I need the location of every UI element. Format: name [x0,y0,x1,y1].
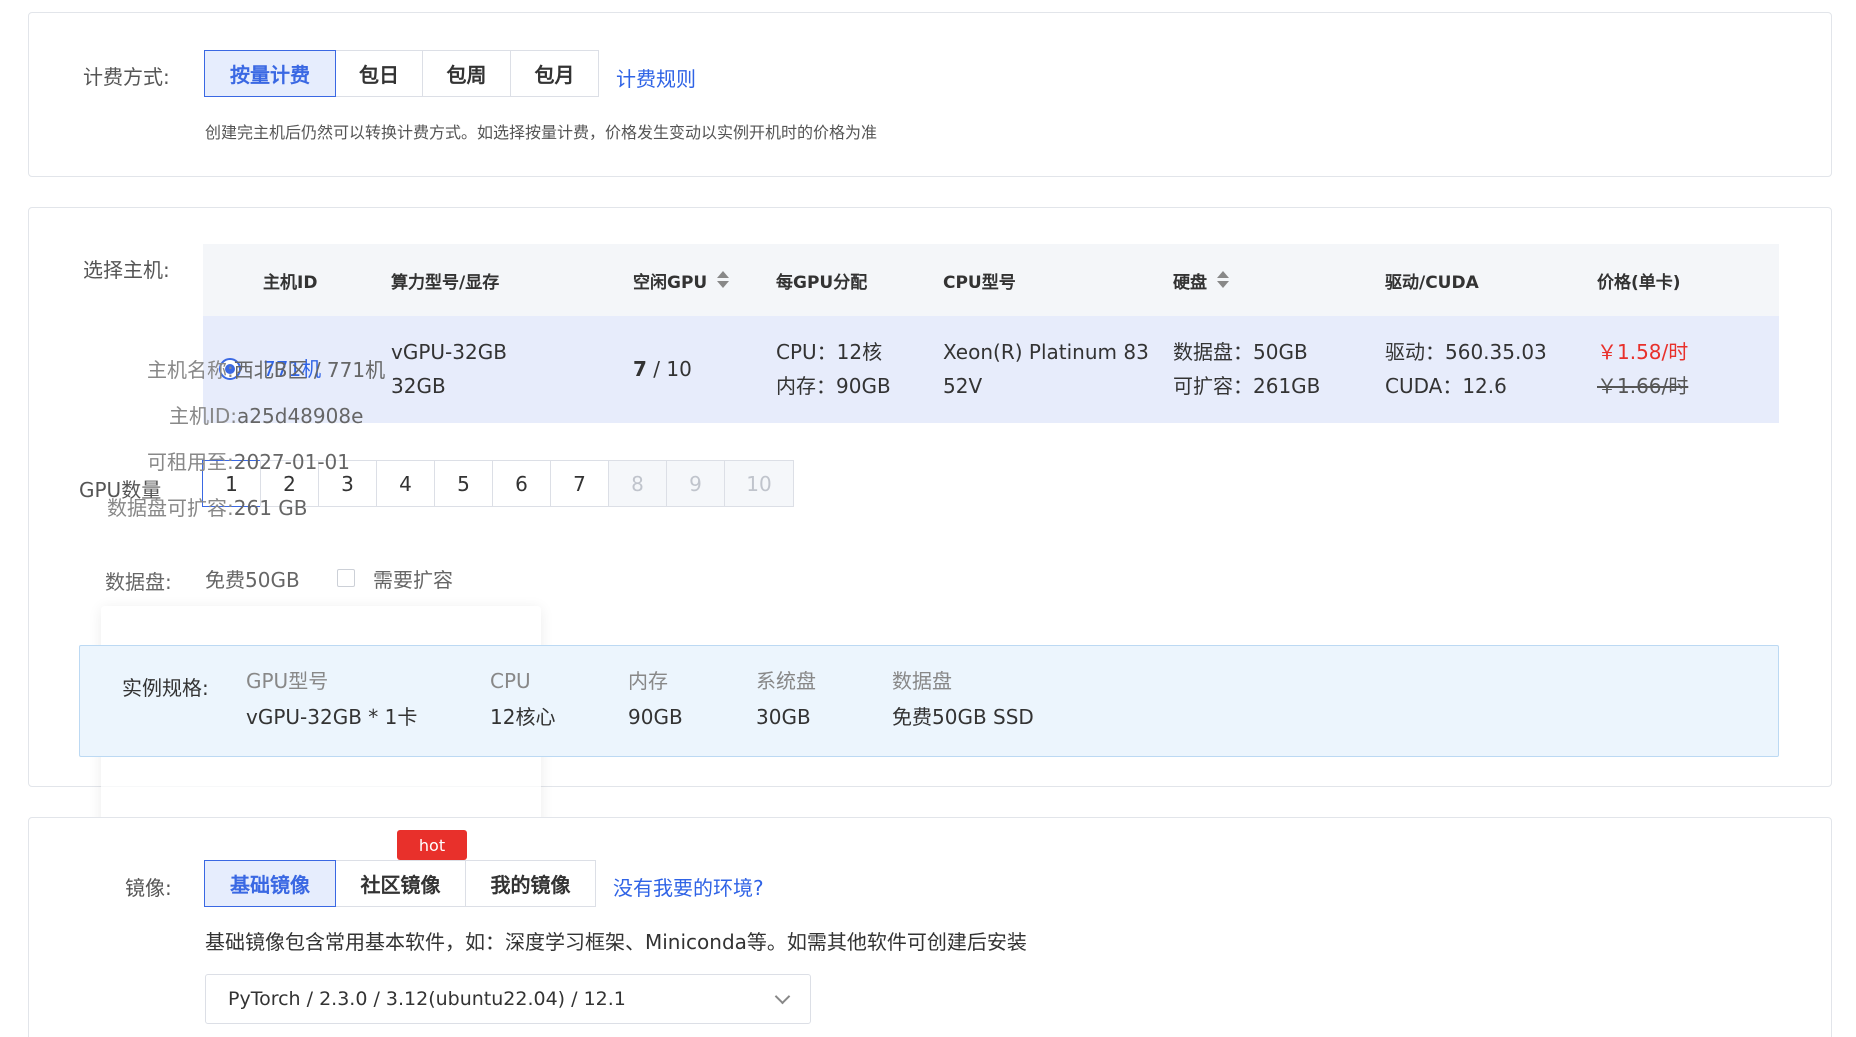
th-per-gpu: 每GPU分配 [776,272,868,293]
gpu-count-5[interactable]: 5 [434,460,493,507]
tooltip-until: 可租用至:2027-01-01 [147,446,350,475]
price-current: ￥1.58/时 [1597,340,1689,364]
tooltip-expand: 数据盘可扩容:261 GB [107,492,308,521]
expand-checkbox-label[interactable]: 需要扩容 [373,564,453,593]
hot-badge: hot [397,830,467,860]
billing-rules-link[interactable]: 计费规则 [616,63,696,92]
spec-key: CPU [490,669,531,693]
gpu-count-4[interactable]: 4 [376,460,435,507]
host-driver: 驱动：560.35.03 CUDA：12.6 [1385,335,1547,403]
gpu-count-6[interactable]: 6 [492,460,551,507]
spec-key: GPU型号 [246,669,329,693]
tab-my-image[interactable]: 我的镜像 [465,860,596,907]
gpu-count-9: 9 [666,460,725,507]
tooltip-host-id-key: 主机ID: [169,404,238,428]
tooltip-expand-value: 261 GB [233,496,308,520]
host-label: 选择主机: [83,258,170,282]
gpu-count-8: 8 [608,460,667,507]
host-cpu-model-line2: 52V [943,374,983,398]
tooltip-until-value: 2027-01-01 [233,450,350,474]
host-per-gpu: CPU：12核 内存：90GB [776,335,891,403]
th-free-gpu[interactable]: 空闲GPU [633,244,730,316]
th-driver: 驱动/CUDA [1385,272,1479,293]
gpu-count-10: 10 [724,460,794,507]
host-model: vGPU-32GB 32GB [391,335,507,403]
price-original: ￥1.66/时 [1597,374,1689,398]
tooltip-host-id-value: a25d48908e [237,404,364,428]
th-price: 价格(单卡) [1597,272,1681,293]
billing-option-weekly[interactable]: 包周 [422,50,511,97]
host-cpu-model: Xeon(R) Platinum 83 52V [943,335,1149,403]
host-model-vram: 32GB [391,374,446,398]
th-cpu-model: CPU型号 [943,272,1016,293]
host-mem-alloc: 内存：90GB [776,374,891,398]
spec-cpu: CPU 12核心 [490,666,555,732]
image-panel: 镜像: 基础镜像 社区镜像 我的镜像 hot 没有我要的环境? 基础镜像包含常用… [28,817,1832,1037]
host-disk: 数据盘：50GB 可扩容：261GB [1173,335,1320,403]
host-free-gpu-num: 7 [633,357,647,381]
spec-value: 免费50GB SSD [892,705,1034,729]
spec-value: vGPU-32GB * 1卡 [246,705,418,729]
billing-options: 按量计费 包日 包周 包月 [204,50,599,97]
sort-icon[interactable] [717,270,730,290]
billing-option-monthly[interactable]: 包月 [510,50,599,97]
th-disk[interactable]: 硬盘 [1173,244,1229,316]
missing-env-link[interactable]: 没有我要的环境? [613,872,764,901]
tooltip-host-name: 主机名称:西北B区 / 771机 [147,354,385,383]
billing-label: 计费方式: [83,65,170,89]
tab-base-image[interactable]: 基础镜像 [204,860,336,907]
billing-option-daily[interactable]: 包日 [335,50,423,97]
th-model: 算力型号/显存 [391,272,500,293]
tooltip-host-name-key: 主机名称: [147,358,234,382]
spec-key: 内存 [628,669,668,693]
spec-key: 数据盘 [892,669,952,693]
datadisk-free: 免费50GB [205,568,300,592]
tooltip-host-name-value: 西北B区 / 771机 [233,358,386,382]
th-host-id: 主机ID [263,272,318,293]
th-free-gpu-label: 空闲GPU [633,272,708,293]
host-panel: 选择主机: 主机ID 算力型号/显存 空闲GPU 每GPU分配 CPU型号 硬盘… [28,207,1832,846]
spec-data-disk: 数据盘 免费50GB SSD [892,666,1034,732]
spec-value: 90GB [628,705,683,729]
billing-tip: 创建完主机后仍然可以转换计费方式。如选择按量计费，价格发生变动以实例开机时的价格… [205,123,878,142]
th-disk-label: 硬盘 [1173,272,1207,293]
host-free-gpu: 7 / 10 [633,352,692,386]
billing-panel: 计费方式: 按量计费 包日 包周 包月 计费规则 创建完主机后仍然可以转换计费方… [28,12,1832,177]
host-table-header: 主机ID 算力型号/显存 空闲GPU 每GPU分配 CPU型号 硬盘 驱动/CU… [203,244,1779,316]
host-disk-expand: 可扩容：261GB [1173,374,1321,398]
host-driver-version: 驱动：560.35.03 [1385,340,1547,364]
host-free-gpu-total: / 10 [646,357,692,381]
image-description: 基础镜像包含常用基本软件，如：深度学习框架、Miniconda等。如需其他软件可… [205,930,1027,954]
spec-key: 系统盘 [756,669,816,693]
sort-icon[interactable] [1217,270,1229,290]
spec-label: 实例规格: [122,676,209,700]
host-cuda-version: CUDA：12.6 [1385,374,1507,398]
tab-community-image[interactable]: 社区镜像 [335,860,466,907]
instance-spec-box: 实例规格: GPU型号 vGPU-32GB * 1卡 CPU 12核心 内存 9… [79,645,1779,757]
host-cpu-alloc: CPU：12核 [776,340,883,364]
image-label: 镜像: [125,876,172,900]
table-row[interactable]: 771机 vGPU-32GB 32GB 7 / 10 CPU：12核 内存：90… [203,316,1779,423]
host-model-name: vGPU-32GB [391,340,507,364]
host-disk-data: 数据盘：50GB [1173,340,1308,364]
host-price: ￥1.58/时 ￥1.66/时 [1597,335,1688,403]
image-select[interactable]: PyTorch / 2.3.0 / 3.12(ubuntu22.04) / 12… [205,974,811,1024]
tooltip-host-id: 主机ID:a25d48908e [169,400,363,429]
tooltip-until-key: 可租用至: [147,450,234,474]
spec-value: 30GB [756,705,811,729]
datadisk-label: 数据盘: [105,570,172,594]
gpu-count-7[interactable]: 7 [550,460,609,507]
spec-system-disk: 系统盘 30GB [756,666,816,732]
spec-memory: 内存 90GB [628,666,683,732]
spec-value: 12核心 [490,705,556,729]
image-select-value: PyTorch / 2.3.0 / 3.12(ubuntu22.04) / 12… [228,988,626,1010]
tooltip-expand-key: 数据盘可扩容: [107,496,234,520]
spec-gpu: GPU型号 vGPU-32GB * 1卡 [246,666,417,732]
expand-checkbox[interactable] [337,569,355,587]
chevron-down-icon [774,988,791,1005]
billing-option-pay-as-you-go[interactable]: 按量计费 [204,50,336,97]
host-cpu-model-line1: Xeon(R) Platinum 83 [943,340,1149,364]
image-tabs: 基础镜像 社区镜像 我的镜像 [204,860,596,907]
